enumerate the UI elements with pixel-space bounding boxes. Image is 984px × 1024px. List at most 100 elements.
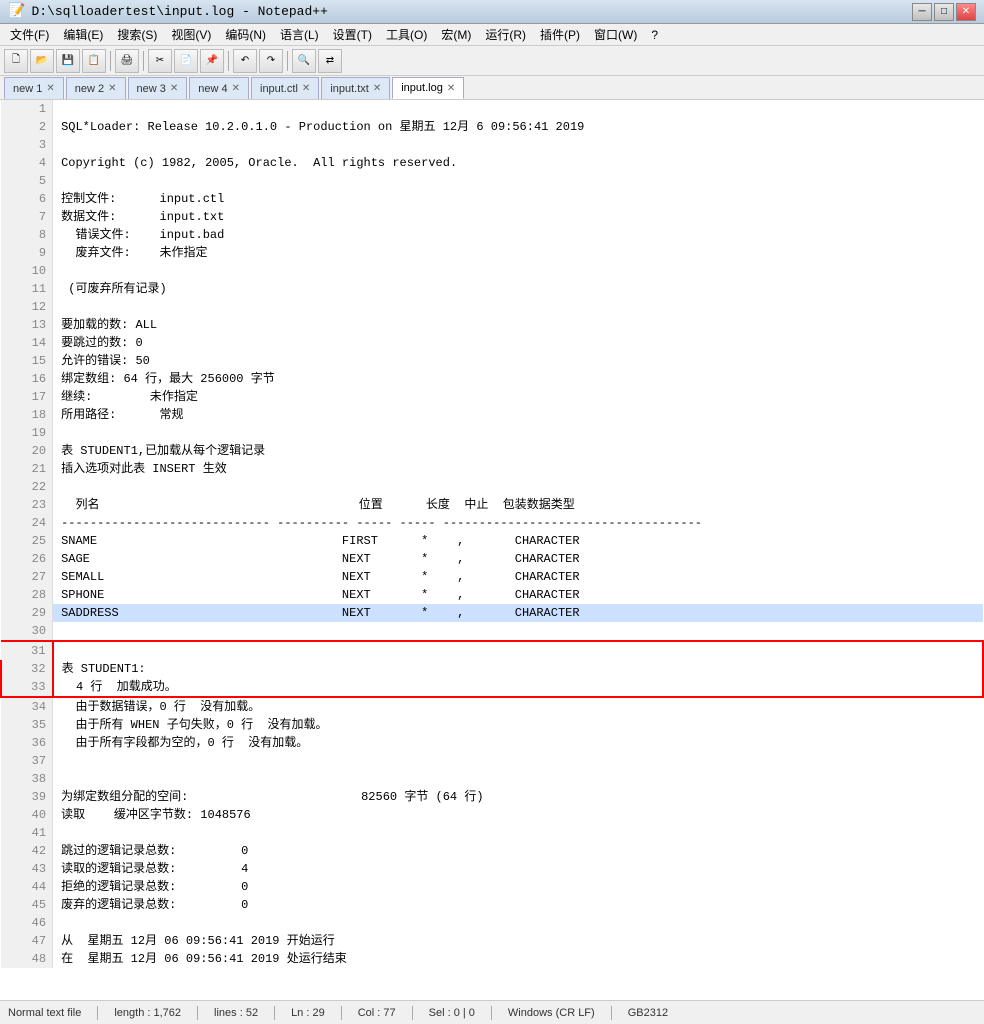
tab-close-icon[interactable]: ✕	[373, 83, 381, 94]
close-button[interactable]: ✕	[956, 3, 976, 21]
menu-item-o[interactable]: 工具(O)	[380, 24, 433, 45]
line-content[interactable]	[53, 424, 983, 442]
open-file-button[interactable]: 📂	[30, 49, 54, 73]
line-content[interactable]	[53, 136, 983, 154]
line-number: 26	[1, 550, 53, 568]
line-content[interactable]	[53, 914, 983, 932]
replace-button[interactable]: ⇄	[318, 49, 342, 73]
line-content[interactable]: 废弃的逻辑记录总数: 0	[53, 896, 983, 914]
line-content[interactable]	[53, 262, 983, 280]
line-content[interactable]	[53, 641, 983, 660]
menu-item-t[interactable]: 设置(T)	[327, 24, 378, 45]
line-content[interactable]: 在 星期五 12月 06 09:56:41 2019 处运行结束	[53, 950, 983, 968]
line-content[interactable]: Copyright (c) 1982, 2005, Oracle. All ri…	[53, 154, 983, 172]
table-row: 23 列名 位置 长度 中止 包装数据类型	[1, 496, 983, 514]
tab-new3[interactable]: new 3✕	[128, 77, 188, 99]
tab-inputlog[interactable]: input.log✕	[392, 77, 464, 99]
menu-item-[interactable]: ?	[645, 26, 664, 44]
tab-new1[interactable]: new 1✕	[4, 77, 64, 99]
line-content[interactable]: 由于所有字段都为空的，0 行 没有加载。	[53, 734, 983, 752]
line-content[interactable]	[53, 824, 983, 842]
line-content[interactable]	[53, 770, 983, 788]
tab-close-icon[interactable]: ✕	[302, 83, 310, 94]
line-content[interactable]	[53, 478, 983, 496]
menu-item-n[interactable]: 编码(N)	[219, 24, 272, 45]
line-number: 31	[1, 641, 53, 660]
line-content[interactable]: 由于数据错误，0 行 没有加载。	[53, 697, 983, 716]
line-content[interactable]: 允许的错误: 50	[53, 352, 983, 370]
status-div-2	[197, 1006, 198, 1020]
maximize-button[interactable]: □	[934, 3, 954, 21]
menu-item-l[interactable]: 语言(L)	[274, 24, 325, 45]
cut-button[interactable]: ✂	[148, 49, 172, 73]
line-content[interactable]: (可废弃所有记录)	[53, 280, 983, 298]
menu-item-f[interactable]: 文件(F)	[4, 24, 55, 45]
minimize-button[interactable]: ─	[912, 3, 932, 21]
line-number: 5	[1, 172, 53, 190]
line-number: 16	[1, 370, 53, 388]
line-content[interactable]: 控制文件: input.ctl	[53, 190, 983, 208]
line-content[interactable]: 读取的逻辑记录总数: 4	[53, 860, 983, 878]
line-content[interactable]: SQL*Loader: Release 10.2.0.1.0 - Product…	[53, 118, 983, 136]
line-content[interactable]: 从 星期五 12月 06 09:56:41 2019 开始运行	[53, 932, 983, 950]
menu-item-r[interactable]: 运行(R)	[479, 24, 532, 45]
line-content[interactable]: SNAME FIRST * , CHARACTER	[53, 532, 983, 550]
menu-item-s[interactable]: 搜索(S)	[111, 24, 163, 45]
line-content[interactable]	[53, 752, 983, 770]
table-row: 42跳过的逻辑记录总数: 0	[1, 842, 983, 860]
line-content[interactable]: SAGE NEXT * , CHARACTER	[53, 550, 983, 568]
line-content[interactable]: SEMALL NEXT * , CHARACTER	[53, 568, 983, 586]
tab-close-icon[interactable]: ✕	[232, 83, 240, 94]
line-content[interactable]: 所用路径: 常规	[53, 406, 983, 424]
line-content[interactable]: 读取 缓冲区字节数: 1048576	[53, 806, 983, 824]
menu-item-w[interactable]: 窗口(W)	[588, 24, 643, 45]
menu-item-m[interactable]: 宏(M)	[435, 24, 477, 45]
save-all-button[interactable]: 📋	[82, 49, 106, 73]
line-content[interactable]: 要跳过的数: 0	[53, 334, 983, 352]
tab-new2[interactable]: new 2✕	[66, 77, 126, 99]
tab-new4[interactable]: new 4✕	[189, 77, 249, 99]
line-number: 47	[1, 932, 53, 950]
copy-button[interactable]: 📄	[174, 49, 198, 73]
menu-bar: 文件(F)编辑(E)搜索(S)视图(V)编码(N)语言(L)设置(T)工具(O)…	[0, 24, 984, 46]
paste-button[interactable]: 📌	[200, 49, 224, 73]
line-content[interactable]	[53, 172, 983, 190]
menu-item-p[interactable]: 插件(P)	[534, 24, 586, 45]
redo-button[interactable]: ↷	[259, 49, 283, 73]
line-content[interactable]: 错误文件: input.bad	[53, 226, 983, 244]
line-content[interactable]: 数据文件: input.txt	[53, 208, 983, 226]
tab-close-icon[interactable]: ✕	[447, 83, 455, 94]
line-content[interactable]: 由于所有 WHEN 子句失败，0 行 没有加载。	[53, 716, 983, 734]
line-content[interactable]	[53, 298, 983, 316]
line-content[interactable]: ----------------------------- ----------…	[53, 514, 983, 532]
line-content[interactable]: 表 STUDENT1:	[53, 660, 983, 678]
find-button[interactable]: 🔍	[292, 49, 316, 73]
line-content[interactable]: 继续: 未作指定	[53, 388, 983, 406]
line-content[interactable]: 绑定数组: 64 行，最大 256000 字节	[53, 370, 983, 388]
line-content[interactable]: 拒绝的逻辑记录总数: 0	[53, 878, 983, 896]
tab-close-icon[interactable]: ✕	[170, 83, 178, 94]
undo-button[interactable]: ↶	[233, 49, 257, 73]
line-content[interactable]: 废弃文件: 未作指定	[53, 244, 983, 262]
tab-close-icon[interactable]: ✕	[46, 83, 54, 94]
line-content[interactable]: 列名 位置 长度 中止 包装数据类型	[53, 496, 983, 514]
line-content[interactable]: 插入选项对此表 INSERT 生效	[53, 460, 983, 478]
line-content[interactable]: SADDRESS NEXT * , CHARACTER	[53, 604, 983, 622]
line-content[interactable]: 要加载的数: ALL	[53, 316, 983, 334]
print-button[interactable]: 🖨	[115, 49, 139, 73]
line-content[interactable]: SPHONE NEXT * , CHARACTER	[53, 586, 983, 604]
line-content[interactable]	[53, 622, 983, 641]
menu-item-v[interactable]: 视图(V)	[165, 24, 217, 45]
menu-item-e[interactable]: 编辑(E)	[57, 24, 109, 45]
tab-close-icon[interactable]: ✕	[108, 83, 116, 94]
toolbar-sep-2	[143, 51, 144, 71]
tab-inputtxt[interactable]: input.txt✕	[321, 77, 390, 99]
new-file-button[interactable]: 🗋	[4, 49, 28, 73]
line-content[interactable]: 跳过的逻辑记录总数: 0	[53, 842, 983, 860]
tab-inputctl[interactable]: input.ctl✕	[251, 77, 319, 99]
save-button[interactable]: 💾	[56, 49, 80, 73]
line-content[interactable]: 为绑定数组分配的空间: 82560 字节 (64 行)	[53, 788, 983, 806]
line-content[interactable]	[53, 100, 983, 118]
line-content[interactable]: 4 行 加载成功。	[53, 678, 983, 697]
line-content[interactable]: 表 STUDENT1,已加载从每个逻辑记录	[53, 442, 983, 460]
